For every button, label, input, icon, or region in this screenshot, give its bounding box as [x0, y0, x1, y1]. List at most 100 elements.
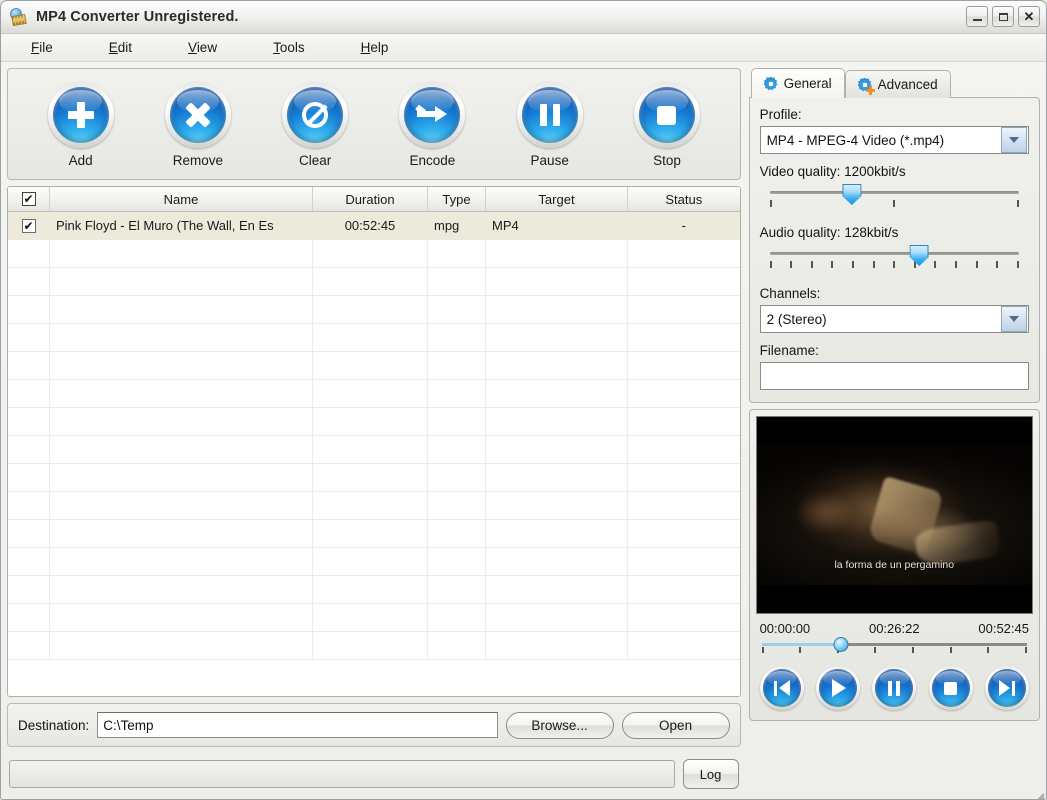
- destination-input[interactable]: C:\Temp: [97, 712, 497, 738]
- profile-dropdown[interactable]: MP4 - MPEG-4 Video (*.mp4): [760, 126, 1029, 154]
- previous-button[interactable]: [760, 666, 804, 710]
- log-button[interactable]: Log: [683, 759, 739, 789]
- timeline-thumb[interactable]: [834, 637, 849, 652]
- video-quality-slider[interactable]: [762, 183, 1027, 213]
- empty-cell: [313, 548, 428, 575]
- add-button[interactable]: Add: [22, 82, 139, 168]
- channels-dropdown[interactable]: 2 (Stereo): [760, 305, 1029, 333]
- resize-grip[interactable]: [1030, 783, 1044, 797]
- menu-view[interactable]: View: [188, 40, 217, 55]
- empty-cell: [8, 520, 50, 547]
- time-current: 00:26:22: [869, 621, 920, 636]
- column-duration[interactable]: Duration: [313, 187, 428, 211]
- video-preview[interactable]: la forma de un pergamino: [756, 416, 1033, 614]
- empty-cell: [628, 268, 740, 295]
- pause-button[interactable]: Pause: [491, 82, 608, 168]
- browse-button[interactable]: Browse...: [506, 712, 614, 739]
- time-end: 00:52:45: [978, 621, 1029, 636]
- playback-timeline[interactable]: [762, 638, 1027, 658]
- table-row-empty[interactable]: [8, 268, 740, 296]
- video-subtitle: la forma de un pergamino: [757, 559, 1032, 571]
- column-name[interactable]: Name: [50, 187, 313, 211]
- minimize-button[interactable]: [966, 6, 988, 27]
- table-row-empty[interactable]: [8, 548, 740, 576]
- empty-cell: [628, 240, 740, 267]
- clear-button[interactable]: Clear: [257, 82, 374, 168]
- row-checkbox[interactable]: ✔: [22, 219, 36, 233]
- profile-value: MP4 - MPEG-4 Video (*.mp4): [767, 133, 1001, 148]
- empty-cell: [628, 576, 740, 603]
- empty-cell: [628, 296, 740, 323]
- close-button[interactable]: ✕: [1018, 6, 1040, 27]
- table-row-empty[interactable]: [8, 408, 740, 436]
- filename-label: Filename:: [760, 343, 1029, 358]
- remove-label: Remove: [173, 153, 223, 168]
- column-type[interactable]: Type: [428, 187, 486, 211]
- maximize-button[interactable]: [992, 6, 1014, 27]
- menu-edit[interactable]: Edit: [109, 40, 132, 55]
- filename-input[interactable]: [760, 362, 1029, 390]
- empty-cell: [8, 240, 50, 267]
- stop-playback-button[interactable]: [929, 666, 973, 710]
- menu-tools[interactable]: Tools: [273, 40, 305, 55]
- empty-cell: [428, 380, 486, 407]
- table-row-empty[interactable]: [8, 604, 740, 632]
- empty-cell: [8, 576, 50, 603]
- table-row-empty[interactable]: [8, 436, 740, 464]
- destination-label: Destination:: [18, 718, 89, 733]
- chevron-down-icon[interactable]: [1001, 127, 1027, 153]
- column-status[interactable]: Status: [628, 187, 740, 211]
- chevron-down-icon[interactable]: [1001, 306, 1027, 332]
- table-row[interactable]: ✔ Pink Floyd - El Muro (The Wall, En Es …: [8, 212, 740, 240]
- empty-cell: [428, 240, 486, 267]
- video-quality-label: Video quality: 1200kbit/s: [760, 164, 1029, 179]
- empty-cell: [428, 576, 486, 603]
- window-title: MP4 Converter Unregistered.: [36, 9, 239, 25]
- empty-cell: [8, 492, 50, 519]
- file-list-rows: ✔ Pink Floyd - El Muro (The Wall, En Es …: [8, 212, 740, 696]
- gear-icon: [764, 77, 778, 91]
- table-row-empty[interactable]: [8, 576, 740, 604]
- table-row-empty[interactable]: [8, 520, 740, 548]
- empty-cell: [428, 324, 486, 351]
- table-row-empty[interactable]: [8, 296, 740, 324]
- play-button[interactable]: [816, 666, 860, 710]
- empty-cell: [428, 296, 486, 323]
- empty-cell: [50, 604, 313, 631]
- menu-file[interactable]: File: [31, 40, 53, 55]
- table-row-empty[interactable]: [8, 632, 740, 660]
- table-row-empty[interactable]: [8, 240, 740, 268]
- open-button[interactable]: Open: [622, 712, 730, 739]
- column-target[interactable]: Target: [486, 187, 628, 211]
- empty-cell: [50, 492, 313, 519]
- menu-help[interactable]: Help: [361, 40, 389, 55]
- empty-cell: [486, 408, 628, 435]
- time-start: 00:00:00: [760, 621, 811, 636]
- audio-quality-slider[interactable]: [762, 244, 1027, 274]
- table-row-empty[interactable]: [8, 464, 740, 492]
- next-button[interactable]: [985, 666, 1029, 710]
- table-row-empty[interactable]: [8, 380, 740, 408]
- minimize-icon: [973, 19, 982, 21]
- select-all-checkbox[interactable]: ✔: [22, 192, 36, 206]
- table-row-empty[interactable]: [8, 324, 740, 352]
- empty-cell: [50, 352, 313, 379]
- pause-playback-button[interactable]: [872, 666, 916, 710]
- empty-cell: [628, 548, 740, 575]
- stop-button[interactable]: Stop: [608, 82, 725, 168]
- empty-cell: [428, 492, 486, 519]
- encode-button[interactable]: Encode: [374, 82, 491, 168]
- row-target: MP4: [486, 212, 628, 239]
- table-row-empty[interactable]: [8, 352, 740, 380]
- row-checkbox-cell[interactable]: ✔: [8, 212, 50, 239]
- select-all-header[interactable]: ✔: [8, 187, 50, 211]
- empty-cell: [8, 296, 50, 323]
- transport-controls: [756, 658, 1033, 712]
- remove-button[interactable]: Remove: [139, 82, 256, 168]
- audio-slider-ticks: [770, 261, 1019, 268]
- settings-panel: Profile: MP4 - MPEG-4 Video (*.mp4) Vide…: [749, 97, 1040, 403]
- tab-general[interactable]: General: [751, 68, 845, 98]
- empty-cell: [313, 240, 428, 267]
- tab-advanced[interactable]: Advanced: [845, 70, 951, 98]
- table-row-empty[interactable]: [8, 492, 740, 520]
